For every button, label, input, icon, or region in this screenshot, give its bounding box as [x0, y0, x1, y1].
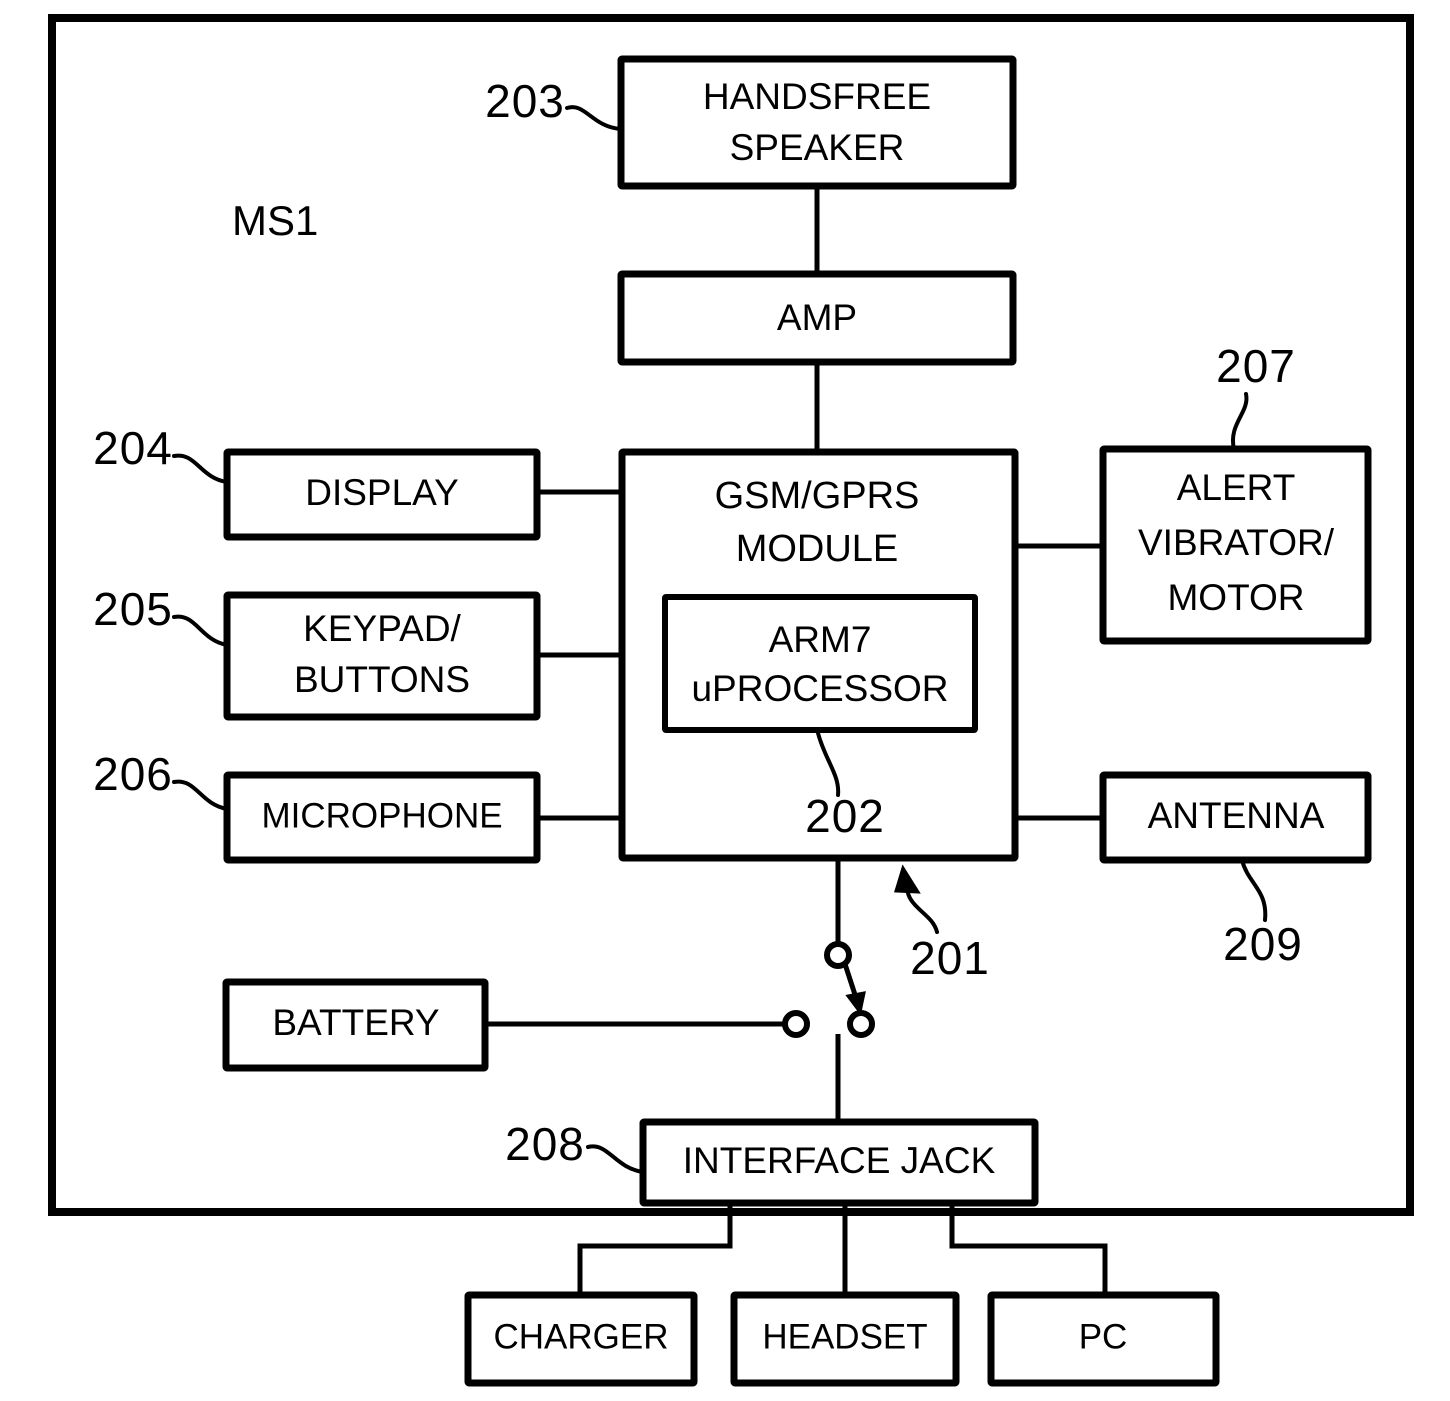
amp-label: AMP [777, 297, 857, 338]
callout-208: 208 [505, 1118, 645, 1174]
switch-terminal-bottom [847, 1010, 875, 1038]
switch-blade-arrowhead [845, 991, 866, 1016]
handsfree-speaker-label-line2: SPEAKER [730, 127, 905, 168]
ref-numeral-204: 204 [93, 422, 173, 474]
leader-203 [565, 105, 623, 131]
alert-vibrator-label-line3: MOTOR [1167, 577, 1304, 618]
block-charger[interactable]: CHARGER [464, 1291, 698, 1387]
ref-numeral-206: 206 [93, 748, 173, 800]
ref-numeral-202: 202 [805, 790, 885, 842]
block-interface-jack[interactable]: INTERFACE JACK [639, 1118, 1039, 1207]
power-switch-symbol[interactable] [782, 941, 875, 1038]
antenna-label: ANTENNA [1148, 795, 1325, 836]
ref-numeral-205: 205 [93, 583, 173, 635]
ref-numeral-203: 203 [485, 75, 565, 127]
ref-numeral-209: 209 [1223, 918, 1303, 970]
callout-206: 206 [93, 748, 229, 811]
block-microphone[interactable]: MICROPHONE [223, 771, 541, 864]
block-diagram: MS1 HANDSFREE SPEAKER AMP GSM/GPRS MODUL… [48, 14, 1414, 1387]
block-gsm-gprs-module[interactable]: GSM/GPRS MODULE ARM7 uPROCESSOR 202 [618, 448, 1019, 862]
block-battery[interactable]: BATTERY [222, 978, 489, 1072]
wire-jack-to-pc [949, 1205, 1108, 1295]
ref-numeral-207: 207 [1216, 340, 1296, 392]
block-keypad-buttons[interactable]: KEYPAD/ BUTTONS [223, 591, 541, 721]
block-antenna[interactable]: ANTENNA [1099, 771, 1372, 864]
gsm-module-label-line2: MODULE [736, 528, 899, 570]
gsm-module-label-line1: GSM/GPRS [715, 475, 920, 517]
switch-terminal-battery [782, 1010, 810, 1038]
patent-figure: MS1 HANDSFREE SPEAKER AMP GSM/GPRS MODUL… [0, 0, 1450, 1401]
keypad-label-line1: KEYPAD/ [303, 608, 461, 649]
leader-206 [172, 779, 229, 811]
callout-201: 201 [894, 864, 990, 984]
system-label-ms1: MS1 [232, 197, 318, 244]
leader-204 [172, 453, 229, 484]
callout-204: 204 [93, 422, 229, 484]
keypad-label-line2: BUTTONS [294, 659, 470, 700]
block-headset[interactable]: HEADSET [730, 1291, 960, 1387]
block-arm7-uprocessor[interactable]: ARM7 uPROCESSOR [662, 594, 978, 733]
headset-label: HEADSET [762, 1317, 927, 1356]
battery-label: BATTERY [272, 1002, 439, 1043]
leader-207 [1230, 392, 1249, 451]
alert-vibrator-label-line2: VIBRATOR/ [1138, 522, 1335, 563]
wire-jack-to-charger [577, 1205, 733, 1295]
callout-205: 205 [93, 583, 229, 647]
switch-terminal-top [824, 941, 852, 969]
ref-numeral-208: 208 [505, 1118, 585, 1170]
leader-201-arrowhead [894, 864, 921, 894]
block-amp[interactable]: AMP [617, 270, 1017, 366]
callout-203: 203 [485, 75, 623, 131]
callout-207: 207 [1216, 340, 1296, 451]
microphone-label: MICROPHONE [261, 796, 502, 835]
leader-209 [1240, 858, 1268, 922]
block-handsfree-speaker[interactable]: HANDSFREE SPEAKER [617, 55, 1017, 190]
display-label: DISPLAY [305, 472, 459, 513]
processor-box [662, 594, 978, 733]
handsfree-speaker-label-line1: HANDSFREE [703, 76, 931, 117]
callout-209: 209 [1223, 858, 1303, 970]
leader-205 [172, 614, 229, 647]
processor-label-line1: ARM7 [769, 619, 872, 660]
alert-vibrator-label-line1: ALERT [1177, 467, 1296, 508]
block-alert-vibrator-motor[interactable]: ALERT VIBRATOR/ MOTOR [1099, 445, 1372, 645]
interface-jack-label: INTERFACE JACK [683, 1140, 996, 1181]
block-display[interactable]: DISPLAY [223, 448, 541, 541]
charger-label: CHARGER [493, 1317, 668, 1356]
ref-numeral-201: 201 [910, 932, 990, 984]
leader-208 [586, 1144, 645, 1174]
processor-label-line2: uPROCESSOR [691, 668, 948, 709]
block-pc[interactable]: PC [987, 1291, 1220, 1387]
pc-label: PC [1079, 1317, 1128, 1356]
